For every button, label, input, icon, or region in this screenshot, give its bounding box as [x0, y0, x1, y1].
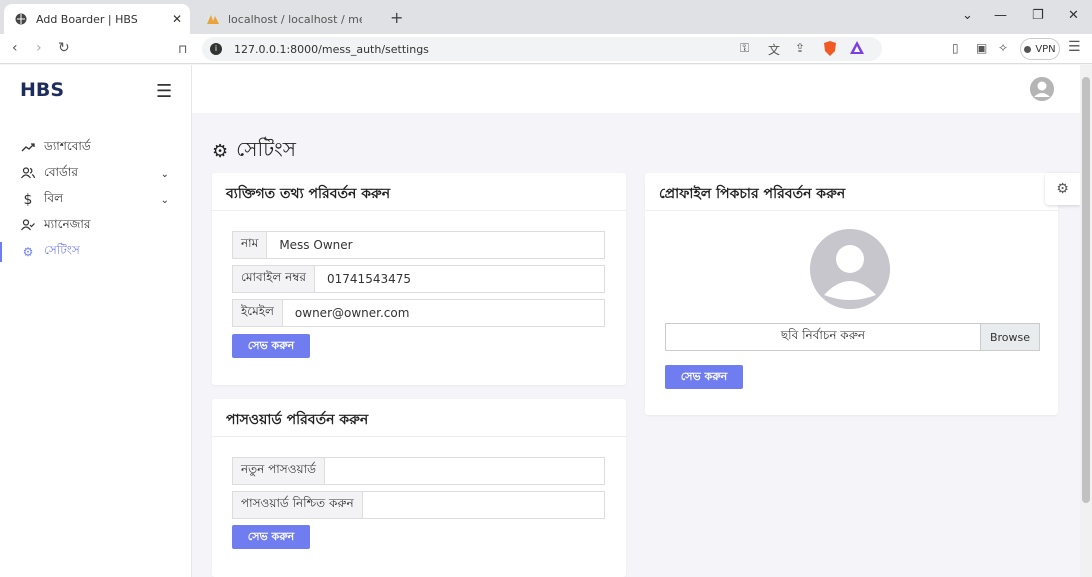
user-check-icon [20, 218, 36, 234]
browse-button[interactable]: Browse [980, 324, 1039, 350]
page: HBS ☰ ড্যাশবোর্ড বোর্ডার ⌄ $ বিল ⌄ ম্যান… [0, 65, 1080, 577]
window-close-icon[interactable]: ✕ [1068, 8, 1079, 23]
url-text: 127.0.0.1:8000/mess_auth/settings [234, 42, 429, 56]
sidebar-item-bill[interactable]: $ বিল ⌄ [0, 187, 191, 213]
mobile-field[interactable]: মোবাইল নম্বর 01741543475 [232, 265, 605, 293]
sidebar-item-label: বোর্ডার [44, 165, 78, 179]
back-icon[interactable]: ‹ [12, 40, 18, 56]
share-icon[interactable]: ⇪ [795, 41, 805, 55]
chevron-down-icon: ⌄ [160, 168, 169, 180]
sidebar-item-dashboard[interactable]: ড্যাশবোর্ড [0, 135, 191, 161]
hamburger-icon[interactable]: ☰ [156, 81, 172, 102]
sidebar-item-label: বিল [44, 191, 64, 205]
gear-icon: ⚙ [212, 141, 229, 162]
card-title: পাসওয়ার্ড পরিবর্তন করুন [212, 399, 626, 437]
tab-title: localhost / localhost / mess_manag [228, 12, 362, 26]
tab-close-icon[interactable]: ✕ [168, 12, 186, 26]
users-icon [20, 166, 36, 182]
address-row: ‹ › ↻ ⊓ i 127.0.0.1:8000/mess_auth/setti… [0, 34, 1092, 64]
key-icon[interactable]: ⚿ [740, 41, 749, 56]
bookmark-icon[interactable]: ⊓ [178, 42, 187, 56]
sidebar-menu: ড্যাশবোর্ড বোর্ডার ⌄ $ বিল ⌄ ম্যানেজার ⚙… [0, 135, 191, 265]
save-picture-button[interactable]: সেভ করুন [665, 365, 743, 389]
brave-shield-icon[interactable] [823, 41, 837, 59]
sidebar-toggle-icon[interactable]: ▯ [952, 41, 959, 55]
tab-strip: Add Boarder | HBS ✕ localhost / localhos… [0, 0, 1092, 34]
page-title: ⚙ সেটিংস [212, 135, 296, 168]
brave-rewards-icon[interactable] [850, 41, 864, 57]
browser-window: Add Boarder | HBS ✕ localhost / localhos… [0, 0, 1092, 577]
sidebar-item-manager[interactable]: ম্যানেজার [0, 213, 191, 239]
sidebar-item-boarder[interactable]: বোর্ডার ⌄ [0, 161, 191, 187]
gear-icon: ⚙ [22, 245, 34, 259]
chevron-down-icon: ⌄ [160, 194, 169, 206]
scrollbar[interactable] [1080, 65, 1092, 577]
field-label: মোবাইল নম্বর [233, 266, 316, 292]
field-label: পাসওয়ার্ড নিশ্চিত করুন [233, 492, 363, 518]
mobile-input[interactable]: 01741543475 [315, 266, 604, 292]
profile-avatar-icon [810, 229, 890, 309]
field-label: নতুন পাসওয়ার্ড [233, 458, 325, 484]
save-info-button[interactable]: সেভ করুন [232, 334, 310, 358]
personal-info-card: ব্যক্তিগত তথ্য পরিবর্তন করুন নাম Mess Ow… [212, 173, 626, 385]
field-label: নাম [233, 232, 268, 258]
phpmyadmin-icon [206, 12, 220, 26]
brand-logo[interactable]: HBS [20, 79, 64, 101]
minimize-icon[interactable]: — [994, 8, 1007, 23]
card-title: প্রোফাইল পিকচার পরিবর্তন করুন [645, 173, 1058, 211]
main-content: ⚙ সেটিংস ব্যক্তিগত তথ্য পরিবর্তন করুন না… [192, 113, 1080, 577]
vpn-label: VPN [1035, 43, 1056, 55]
sidebar-item-label: ম্যানেজার [44, 217, 91, 231]
new-password-input[interactable] [325, 458, 604, 484]
sidebar-item-label: ড্যাশবোর্ড [44, 139, 91, 153]
confirm-password-field[interactable]: পাসওয়ার্ড নিশ্চিত করুন [232, 491, 605, 519]
tab-active[interactable]: Add Boarder | HBS ✕ [4, 4, 190, 34]
new-password-field[interactable]: নতুন পাসওয়ার্ড [232, 457, 605, 485]
page-title-text: সেটিংস [236, 137, 296, 161]
sidebar: HBS ☰ ড্যাশবোর্ড বোর্ডার ⌄ $ বিল ⌄ ম্যান… [0, 65, 192, 577]
profile-picture-card: প্রোফাইল পিকচার পরিবর্তন করুন ছবি নির্বা… [645, 173, 1058, 415]
email-field[interactable]: ইমেইল owner@owner.com [232, 299, 605, 327]
tab-inactive[interactable]: localhost / localhost / mess_manag ✕ [196, 4, 384, 34]
scrollbar-thumb[interactable] [1082, 77, 1090, 503]
confirm-password-input[interactable] [363, 492, 604, 518]
email-input[interactable]: owner@owner.com [283, 300, 604, 326]
restore-icon[interactable]: ❐ [1032, 8, 1044, 23]
vpn-status-icon [1024, 45, 1032, 53]
field-label: ইমেইল [233, 300, 283, 326]
card-title: ব্যক্তিগত তথ্য পরিবর্তন করুন [212, 173, 626, 211]
wallet-icon[interactable]: ▣ [976, 41, 987, 55]
reload-icon[interactable]: ↻ [58, 40, 70, 56]
chevron-down-icon[interactable]: ⌄ [962, 8, 973, 23]
top-navbar [192, 65, 1080, 113]
vpn-button[interactable]: VPN [1020, 38, 1060, 60]
info-icon[interactable]: i [210, 43, 222, 55]
settings-gear-icon[interactable]: ⚙ [1045, 173, 1080, 205]
password-card: পাসওয়ার্ড পরিবর্তন করুন নতুন পাসওয়ার্ড… [212, 399, 626, 577]
file-placeholder: ছবি নির্বাচন করুন [780, 328, 866, 342]
sidebar-item-settings[interactable]: ⚙ সেটিংস [0, 239, 191, 265]
dollar-icon: $ [23, 192, 33, 208]
menu-icon[interactable]: ☰ [1068, 39, 1081, 55]
tab-title: Add Boarder | HBS [36, 12, 138, 26]
profile-file-input[interactable]: ছবি নির্বাচন করুন Browse [665, 323, 1040, 351]
new-tab-icon[interactable]: + [390, 8, 403, 27]
globe-icon [14, 12, 28, 26]
forward-icon[interactable]: › [36, 40, 42, 56]
name-field[interactable]: নাম Mess Owner [232, 231, 605, 259]
user-avatar-icon[interactable] [1030, 77, 1054, 101]
save-password-button[interactable]: সেভ করুন [232, 525, 310, 549]
sidebar-item-label: সেটিংস [44, 243, 80, 257]
leo-icon[interactable]: ✧ [998, 41, 1008, 55]
translate-icon[interactable]: 文 [768, 41, 780, 58]
name-input[interactable]: Mess Owner [267, 232, 604, 258]
trend-icon [20, 141, 36, 155]
